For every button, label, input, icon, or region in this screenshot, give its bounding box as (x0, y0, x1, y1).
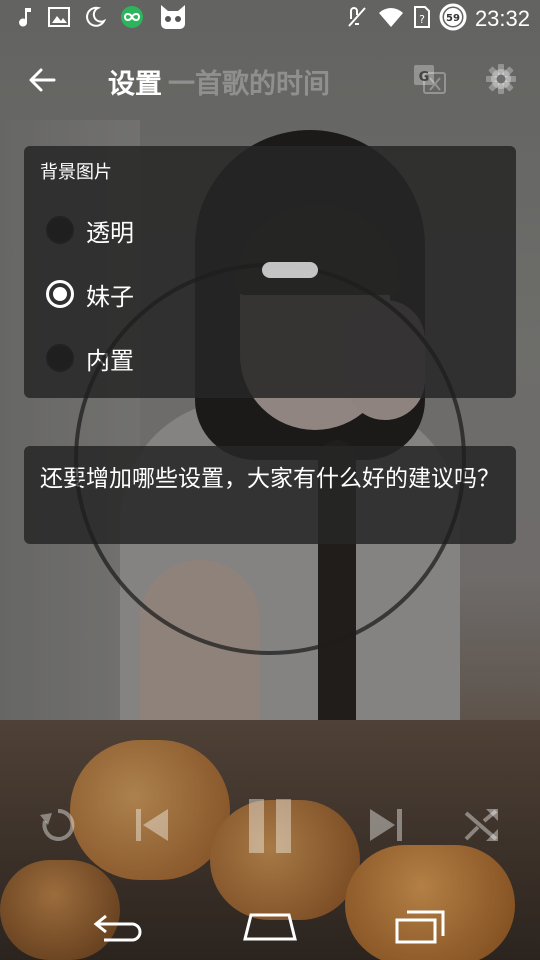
settings-button[interactable] (484, 62, 524, 98)
svg-text:?: ? (419, 13, 425, 26)
image-icon (48, 7, 70, 31)
no-sim-icon: ? (413, 5, 431, 33)
wifi-icon (377, 5, 405, 33)
nav-back-button[interactable] (80, 896, 160, 956)
status-bar: ? 59 23:32 (0, 0, 540, 38)
next-button[interactable] (356, 790, 416, 860)
moon-icon (84, 6, 107, 32)
music-note-icon (16, 6, 34, 32)
option-label: 透明 (86, 218, 134, 247)
ring-handle[interactable] (262, 262, 318, 278)
next-icon (370, 809, 402, 841)
system-nav-bar (0, 896, 540, 960)
progress-ring (74, 263, 466, 655)
svg-text:G: G (419, 70, 430, 85)
option-girl[interactable]: 妹子 (46, 269, 134, 319)
nav-home-button[interactable] (230, 896, 310, 956)
option-transparent[interactable]: 透明 (46, 205, 134, 255)
page-title: 设置 (108, 69, 162, 100)
player-controls (0, 790, 540, 860)
app-subtitle: 一首歌的时间 (168, 69, 330, 100)
clock: 23:32 (474, 6, 530, 31)
battery-icon: 59 (439, 3, 467, 35)
previous-button[interactable] (122, 790, 182, 860)
previous-icon (136, 809, 168, 841)
gear-icon (486, 64, 516, 94)
translate-icon: G (414, 65, 446, 94)
pause-button[interactable] (240, 790, 300, 860)
arrow-left-icon (29, 68, 56, 92)
infinity-badge-icon (120, 5, 144, 33)
replay-icon (40, 808, 75, 841)
home-icon (243, 913, 297, 941)
recents-icon (395, 910, 445, 944)
replay-button[interactable] (28, 790, 88, 860)
radio-button[interactable] (46, 344, 74, 372)
back-button[interactable] (20, 62, 64, 98)
pause-icon (249, 799, 291, 853)
radio-button-selected[interactable] (46, 280, 74, 308)
action-bar: 设置 一首歌的时间 G (0, 50, 540, 110)
nav-recents-button[interactable] (380, 896, 460, 956)
translate-button[interactable]: G (412, 62, 452, 98)
shuffle-icon (464, 809, 498, 841)
radio-button[interactable] (46, 216, 74, 244)
mute-icon (345, 5, 369, 33)
back-icon (93, 914, 142, 942)
option-label: 妹子 (86, 282, 134, 311)
shuffle-button[interactable] (452, 790, 512, 860)
battery-level: 59 (446, 13, 460, 24)
card-header: 背景图片 (40, 162, 112, 183)
robot-face-icon (158, 4, 188, 34)
